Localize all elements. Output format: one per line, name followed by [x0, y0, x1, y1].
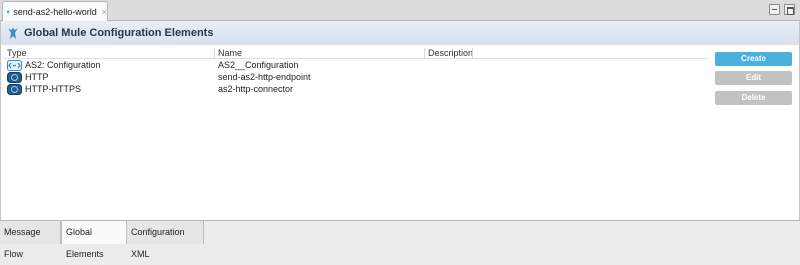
mule-icon	[8, 27, 18, 39]
name-cell: AS2__Configuration	[218, 60, 299, 70]
tab-message-flow[interactable]: Message Flow	[0, 221, 61, 259]
editor-tab[interactable]: send-as2-hello-world ×	[2, 1, 108, 21]
maximize-button[interactable]	[784, 4, 795, 15]
column-divider[interactable]	[424, 48, 425, 59]
page-title: Global Mule Configuration Elements	[24, 27, 214, 39]
minimize-button[interactable]	[769, 4, 780, 15]
table-row[interactable]: AS2: Configuration AS2__Configuration	[4, 59, 708, 71]
edit-button[interactable]: Edit	[715, 71, 792, 85]
tab-global-elements[interactable]: Global Elements	[61, 221, 127, 259]
column-header-description[interactable]: Description	[428, 48, 473, 59]
column-header-type[interactable]: Type	[7, 48, 27, 59]
type-label: HTTP-HTTPS	[25, 84, 81, 94]
editor-tab-strip: send-as2-hello-world ×	[0, 0, 800, 21]
type-cell: HTTP-HTTPS	[7, 83, 81, 95]
type-label: AS2: Configuration	[25, 60, 101, 70]
type-label: HTTP	[25, 72, 49, 82]
column-divider[interactable]	[214, 48, 215, 59]
http-icon	[7, 83, 22, 95]
mule-icon	[6, 9, 10, 14]
http-icon	[7, 71, 22, 83]
table-header: Type Name Description	[4, 48, 708, 59]
type-cell: AS2: Configuration	[7, 59, 101, 71]
column-divider[interactable]	[472, 48, 473, 59]
name-cell: as2-http-connector	[218, 84, 294, 94]
close-icon[interactable]: ×	[102, 7, 107, 17]
create-button[interactable]: Create	[715, 52, 792, 66]
type-cell: HTTP	[7, 71, 49, 83]
as2-config-icon	[7, 59, 22, 71]
global-elements-table: Type Name Description AS2: Configuration…	[4, 48, 708, 95]
table-row[interactable]: HTTP-HTTPS as2-http-connector	[4, 83, 708, 95]
panel-header: Global Mule Configuration Elements	[1, 21, 799, 45]
name-cell: send-as2-http-endpoint	[218, 72, 311, 82]
editor-page-tabs: Message Flow Global Elements Configurati…	[0, 220, 800, 259]
column-header-name[interactable]: Name	[218, 48, 242, 59]
delete-button[interactable]: Delete	[715, 91, 792, 105]
tab-configuration-xml[interactable]: Configuration XML	[127, 221, 204, 259]
table-row[interactable]: HTTP send-as2-http-endpoint	[4, 71, 708, 83]
editor-window: send-as2-hello-world × Global Mule Confi…	[0, 0, 800, 259]
editor-tab-label: send-as2-hello-world	[13, 6, 97, 17]
global-elements-panel: Global Mule Configuration Elements Type …	[0, 21, 800, 220]
